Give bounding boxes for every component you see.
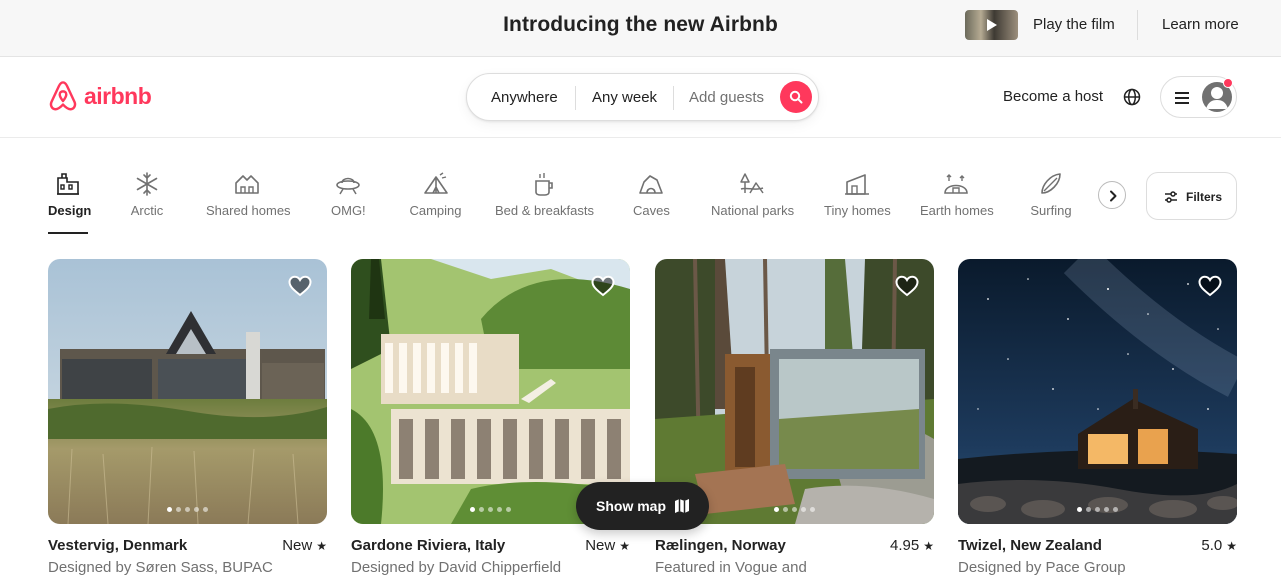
star-icon: ★ <box>1226 539 1237 553</box>
user-menu-button[interactable] <box>1160 76 1237 118</box>
carousel-dots <box>48 507 327 512</box>
ufo-icon <box>335 177 360 195</box>
listing-subtitle: Designed by Pace Group <box>958 559 1126 576</box>
heart-icon[interactable] <box>591 275 615 297</box>
cave-icon <box>639 175 663 194</box>
category-caves[interactable]: Caves <box>633 171 670 235</box>
search-anywhere[interactable]: Anywhere <box>491 89 558 106</box>
play-icon <box>987 19 997 31</box>
search-divider <box>673 86 674 110</box>
category-camping[interactable]: Camping <box>409 171 462 235</box>
banner-divider <box>1137 10 1138 40</box>
search-bar[interactable]: Anywhere Any week Add guests <box>466 73 819 121</box>
listing-rating: 4.95 ★ <box>890 537 934 554</box>
listing-title: Vestervig, Denmark <box>48 537 188 554</box>
search-divider <box>575 86 576 110</box>
listing-title: Twizel, New Zealand <box>958 537 1102 554</box>
design-icon <box>57 173 79 195</box>
heart-icon[interactable] <box>895 275 919 297</box>
star-icon: ★ <box>923 539 934 553</box>
listing-photo[interactable] <box>958 259 1237 524</box>
airbnb-logo-icon <box>49 81 77 111</box>
listing-subtitle: Designed by Søren Sass, BUPAC <box>48 559 273 576</box>
listing-card[interactable]: Twizel, New Zealand 5.0 ★ Designed by Pac… <box>958 259 1237 576</box>
category-label: Design <box>48 203 92 218</box>
listing-rating: 5.0 ★ <box>1201 537 1237 554</box>
category-design[interactable]: Design <box>48 171 92 235</box>
earth-home-icon <box>944 174 968 194</box>
airbnb-logo[interactable]: airbnb <box>48 80 152 113</box>
become-host-link[interactable]: Become a host <box>1003 88 1103 105</box>
learn-more-link[interactable]: Learn more <box>1162 16 1239 33</box>
category-label: National parks <box>711 203 795 218</box>
tent-icon <box>423 172 448 194</box>
map-icon <box>675 499 689 513</box>
snowflake-icon <box>136 172 158 196</box>
listing-rating: New ★ <box>585 537 630 554</box>
category-label: Arctic <box>130 203 164 218</box>
chevron-right-icon <box>1110 190 1117 202</box>
globe-icon[interactable] <box>1123 88 1141 111</box>
category-label: Tiny homes <box>824 203 891 218</box>
carousel-dots <box>958 507 1237 512</box>
category-label: Earth homes <box>920 203 994 218</box>
filters-button[interactable]: Filters <box>1146 172 1237 220</box>
search-add-guests[interactable]: Add guests <box>689 89 764 106</box>
search-icon <box>789 90 803 104</box>
category-label: OMG! <box>331 203 366 218</box>
category-tiny-homes[interactable]: Tiny homes <box>824 171 891 235</box>
coffee-icon <box>534 173 553 196</box>
tiny-home-icon <box>844 174 869 195</box>
category-label: Camping <box>409 203 462 218</box>
sliders-icon <box>1165 191 1177 203</box>
category-label: Shared homes <box>206 203 291 218</box>
star-icon: ★ <box>619 539 630 553</box>
category-national-parks[interactable]: National parks <box>711 171 795 235</box>
shared-homes-icon <box>235 175 259 194</box>
search-any-week[interactable]: Any week <box>592 89 657 106</box>
category-label: Caves <box>633 203 670 218</box>
menu-icon <box>1175 92 1189 104</box>
categories-next-button[interactable] <box>1098 181 1126 209</box>
site-header: airbnb Anywhere Any week Add guests Beco… <box>0 57 1281 138</box>
category-omg[interactable]: OMG! <box>331 171 366 235</box>
category-earth-homes[interactable]: Earth homes <box>920 171 994 235</box>
category-arctic[interactable]: Arctic <box>129 171 165 235</box>
listing-subtitle: Designed by David Chipperfield <box>351 559 562 576</box>
play-film-link[interactable]: Play the film <box>1033 16 1115 33</box>
filters-label: Filters <box>1186 190 1223 204</box>
star-icon: ★ <box>316 539 327 553</box>
category-label: Bed & breakfasts <box>495 203 594 218</box>
heart-icon[interactable] <box>288 275 312 297</box>
listing-card[interactable]: Vestervig, Denmark New ★ Designed by Søre… <box>48 259 327 576</box>
show-map-label: Show map <box>596 498 667 514</box>
listing-rating: New ★ <box>282 537 327 554</box>
category-surfing[interactable]: Surfing <box>1030 171 1072 235</box>
logo-text: airbnb <box>84 83 152 109</box>
show-map-button[interactable]: Show map <box>576 482 709 530</box>
notification-dot <box>1223 78 1233 88</box>
search-button[interactable] <box>780 81 812 113</box>
national-park-icon <box>740 173 764 194</box>
listing-photo[interactable] <box>48 259 327 524</box>
category-shared-homes[interactable]: Shared homes <box>206 171 291 235</box>
heart-icon[interactable] <box>1198 275 1222 297</box>
listing-title: Rælingen, Norway <box>655 537 786 554</box>
category-label: Surfing <box>1030 203 1072 218</box>
film-thumbnail[interactable] <box>965 10 1018 40</box>
category-bed-breakfasts[interactable]: Bed & breakfasts <box>495 171 594 235</box>
listing-title: Gardone Riviera, Italy <box>351 537 506 554</box>
listing-subtitle: Featured in Vogue and <box>655 559 807 576</box>
announcement-banner: Introducing the new Airbnb Play the film… <box>0 0 1281 57</box>
surfboard-icon <box>1041 173 1061 194</box>
